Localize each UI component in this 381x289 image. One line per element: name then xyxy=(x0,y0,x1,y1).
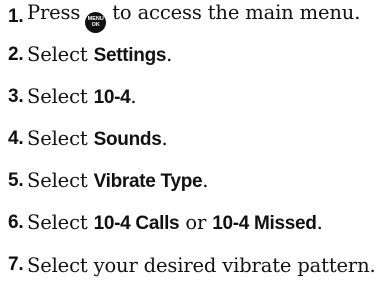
step-text: Select Vibrate Type. xyxy=(27,169,208,193)
step-text: Select your desired vibrate pattern. xyxy=(27,254,376,277)
step-number: 5. xyxy=(8,170,24,191)
step-number: 7. xyxy=(8,254,24,275)
step-text-segment: to access the main menu. xyxy=(112,1,361,24)
step-number: 4. xyxy=(8,128,24,149)
step-text-segment: Select xyxy=(27,43,94,66)
menu-ok-key-icon: MENU OK xyxy=(85,12,107,33)
menu-item-10-4: 10-4 xyxy=(93,87,131,108)
ok-key-label: OK xyxy=(91,22,100,28)
step-number: 6. xyxy=(8,212,24,233)
step-number: 2. xyxy=(8,44,24,65)
step-text: Press MENU OK to access the main menu. xyxy=(27,1,360,33)
step-number: 3. xyxy=(8,86,24,107)
step-text: Select 10-4. xyxy=(27,85,137,109)
menu-item-10-4-missed: 10-4 Missed xyxy=(212,213,317,234)
step-text-segment: Press xyxy=(27,1,81,24)
step-text: Select 10-4 Calls or 10-4 Missed. xyxy=(27,211,323,235)
step-7: 7. Select your desired vibrate pattern. xyxy=(8,244,378,286)
step-2: 2. Select Settings. xyxy=(8,34,378,76)
step-text-segment: or xyxy=(179,211,213,234)
step-text-segment: Select xyxy=(27,127,94,150)
step-text: Select Settings. xyxy=(27,43,172,67)
step-number: 1. xyxy=(8,6,24,27)
step-3: 3. Select 10-4. xyxy=(8,76,378,118)
step-text: Select Sounds. xyxy=(27,127,168,151)
step-5: 5. Select Vibrate Type. xyxy=(8,160,378,202)
step-4: 4. Select Sounds. xyxy=(8,118,378,160)
step-text-segment: . xyxy=(202,169,209,192)
step-6: 6. Select 10-4 Calls or 10-4 Missed. xyxy=(8,202,378,244)
step-text-segment: . xyxy=(161,127,168,150)
step-text-segment: Select xyxy=(27,211,94,234)
instruction-steps-list: 1. Press MENU OK to access the main menu. 2… xyxy=(8,0,378,286)
step-text-segment: . xyxy=(166,43,173,66)
step-text-segment: Select your desired vibrate pattern. xyxy=(27,253,376,277)
menu-item-10-4-calls: 10-4 Calls xyxy=(93,213,180,234)
menu-item-settings: Settings xyxy=(93,45,167,66)
step-text-segment: Select xyxy=(27,169,94,192)
step-text-segment: Select xyxy=(27,85,94,108)
menu-item-sounds: Sounds xyxy=(93,129,162,150)
step-text-segment: . xyxy=(130,85,137,108)
menu-item-vibrate-type: Vibrate Type xyxy=(93,171,203,192)
step-text-segment: . xyxy=(316,211,323,234)
step-1: 1. Press MENU OK to access the main menu. xyxy=(8,0,378,34)
